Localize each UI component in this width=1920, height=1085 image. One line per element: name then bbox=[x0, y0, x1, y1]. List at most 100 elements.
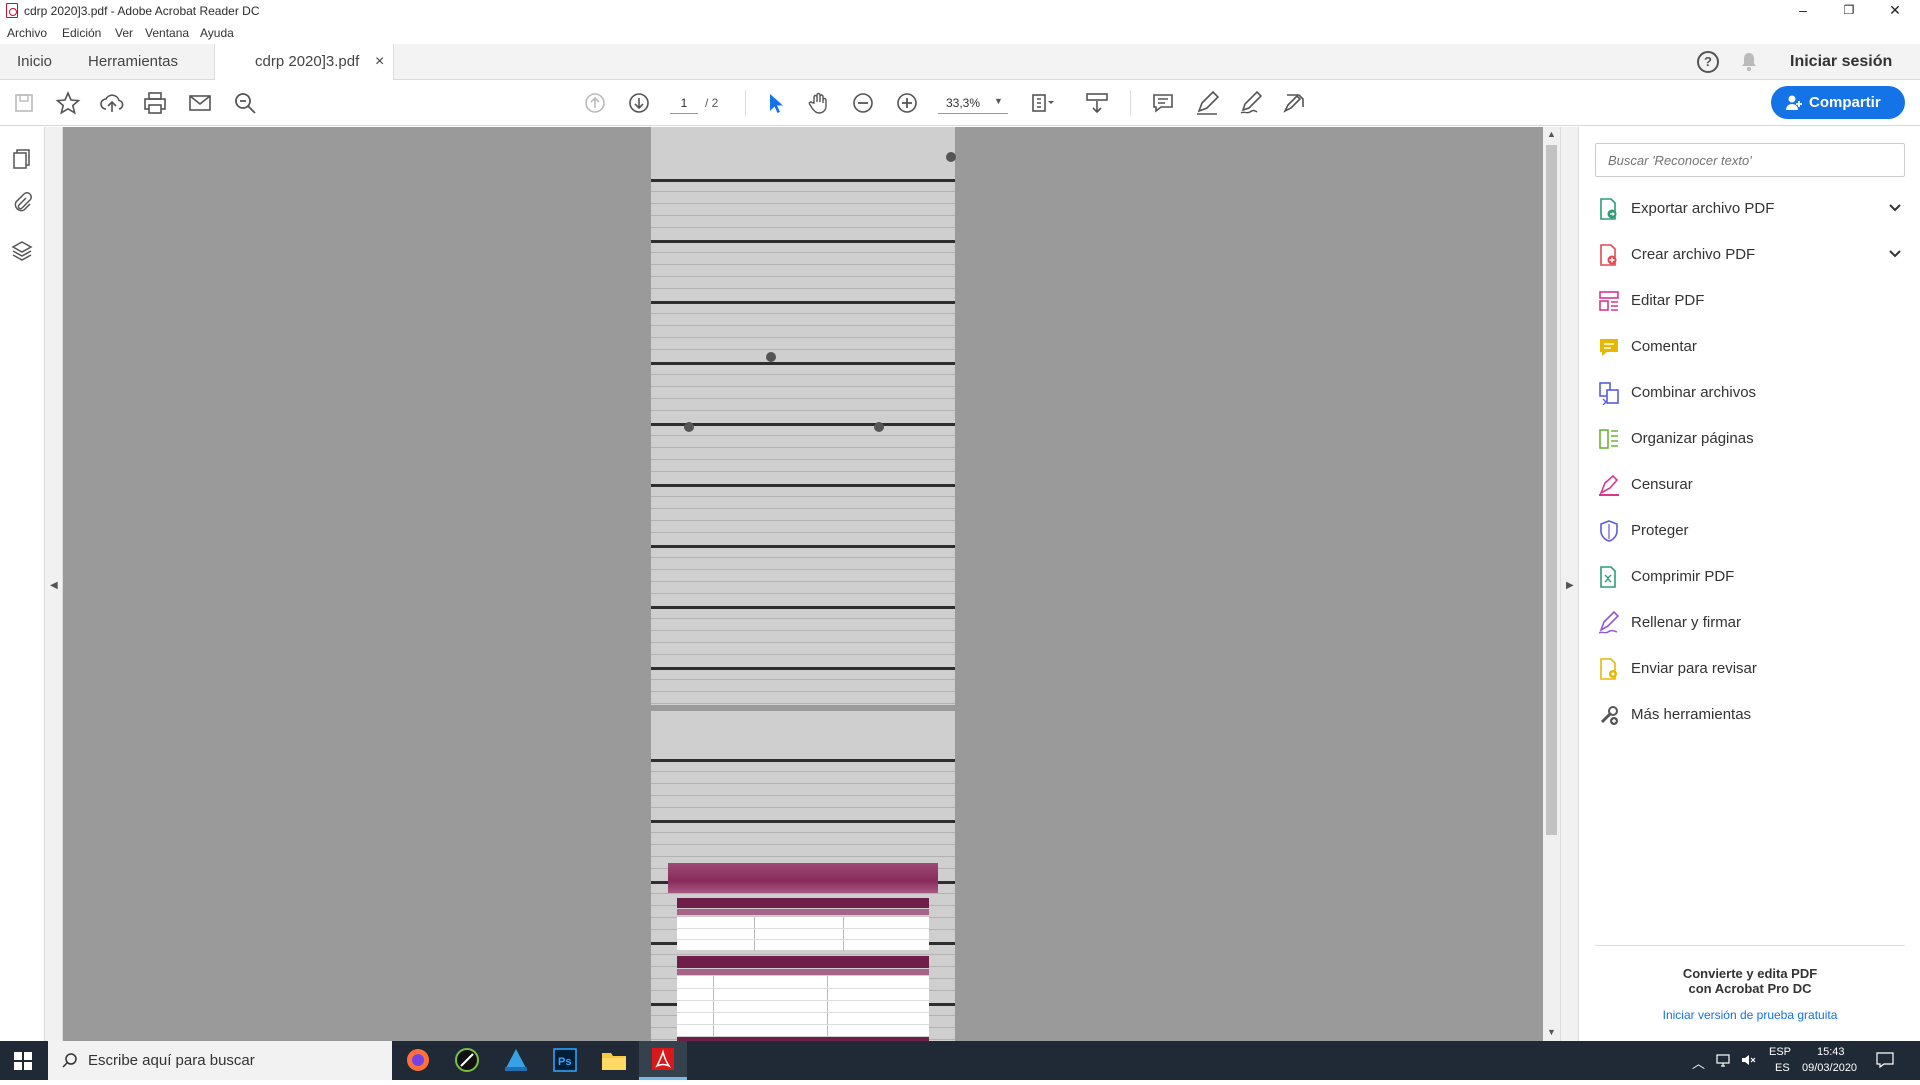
sign-tool-icon[interactable] bbox=[1237, 89, 1265, 117]
tab-close-button[interactable]: × bbox=[375, 44, 384, 80]
tool-edit-pdf[interactable]: Editar PDF bbox=[1597, 285, 1907, 317]
next-page-icon[interactable] bbox=[625, 89, 653, 117]
menu-bar: Archivo Edición Ver Ventana Ayuda bbox=[0, 22, 1920, 44]
scroll-mode-icon[interactable] bbox=[1083, 89, 1111, 117]
wood-grain bbox=[651, 349, 955, 350]
tool-fill-sign[interactable]: Rellenar y firmar bbox=[1597, 607, 1907, 639]
highlight-pen-icon[interactable] bbox=[1193, 89, 1221, 117]
page-thumbnails-icon[interactable] bbox=[10, 147, 34, 171]
tool-label: Enviar para revisar bbox=[1631, 660, 1757, 677]
tools-search-input[interactable] bbox=[1595, 143, 1905, 177]
tool-label: Comprimir PDF bbox=[1631, 568, 1735, 585]
comment-icon bbox=[1597, 335, 1621, 359]
upload-cloud-icon[interactable] bbox=[98, 89, 126, 117]
print-icon[interactable] bbox=[141, 89, 169, 117]
minimize-button[interactable]: – bbox=[1780, 0, 1826, 22]
close-window-button[interactable]: ✕ bbox=[1872, 0, 1918, 22]
collapse-right-icon: ▶ bbox=[1566, 580, 1574, 591]
tool-organize-pages[interactable]: Organizar páginas bbox=[1597, 423, 1907, 455]
action-center-icon[interactable] bbox=[1876, 1052, 1894, 1069]
tab-document[interactable]: cdrp 2020]3.pdf × bbox=[214, 44, 394, 81]
wood-grain bbox=[651, 191, 955, 192]
menu-ver[interactable]: Ver bbox=[115, 26, 133, 40]
scrollbar-thumb[interactable] bbox=[1546, 145, 1557, 835]
clock-date[interactable]: 09/03/2020 bbox=[1802, 1062, 1857, 1074]
tab-inicio[interactable]: Inicio bbox=[17, 44, 52, 80]
share-button[interactable]: Compartir bbox=[1771, 86, 1905, 119]
tab-herramientas[interactable]: Herramientas bbox=[88, 44, 178, 80]
input-language-bottom[interactable]: ES bbox=[1775, 1062, 1790, 1074]
tool-protect[interactable]: Proteger bbox=[1597, 515, 1907, 547]
wood-knot bbox=[946, 152, 956, 162]
wood-grain bbox=[651, 447, 955, 448]
windows-start-icon[interactable] bbox=[14, 1052, 32, 1070]
tool-comment[interactable]: Comentar bbox=[1597, 331, 1907, 363]
email-icon[interactable] bbox=[186, 89, 214, 117]
network-icon[interactable] bbox=[1716, 1052, 1732, 1068]
menu-archivo[interactable]: Archivo bbox=[7, 26, 47, 40]
menu-edicion[interactable]: Edición bbox=[62, 26, 101, 40]
tool-export-pdf[interactable]: Exportar archivo PDF bbox=[1597, 193, 1907, 225]
zoom-in-icon[interactable] bbox=[893, 89, 921, 117]
compress-pdf-icon bbox=[1597, 565, 1621, 589]
firefox-icon[interactable] bbox=[394, 1041, 442, 1080]
tool-compress-pdf[interactable]: Comprimir PDF bbox=[1597, 561, 1907, 593]
comment-tool-icon[interactable] bbox=[1149, 89, 1177, 117]
search-zoom-icon[interactable] bbox=[231, 89, 259, 117]
clock-time[interactable]: 15:43 bbox=[1817, 1046, 1845, 1058]
select-cursor-icon[interactable] bbox=[761, 89, 789, 117]
fit-page-icon[interactable] bbox=[1028, 89, 1056, 117]
page-number-input[interactable]: 1 bbox=[670, 92, 698, 114]
taskbar-search-placeholder: Escribe aquí para buscar bbox=[88, 1052, 255, 1069]
layers-icon[interactable] bbox=[10, 239, 34, 263]
tool-combine-files[interactable]: Combinar archivos bbox=[1597, 377, 1907, 409]
restore-button[interactable]: ❐ bbox=[1826, 0, 1872, 22]
wood-grain bbox=[651, 398, 955, 399]
wood-grain bbox=[651, 954, 955, 955]
menu-ventana[interactable]: Ventana bbox=[145, 26, 189, 40]
right-panel-toggle[interactable]: ▶ bbox=[1560, 127, 1578, 1041]
wood-grain bbox=[651, 313, 955, 314]
input-language-top[interactable]: ESP bbox=[1769, 1046, 1791, 1058]
zoom-dropdown[interactable]: 33,3% ▼ bbox=[938, 92, 1008, 114]
edit-pdf-tool-icon[interactable] bbox=[1281, 89, 1309, 117]
previous-page-icon[interactable] bbox=[581, 89, 609, 117]
zoom-out-icon[interactable] bbox=[849, 89, 877, 117]
chevron-down-icon[interactable] bbox=[1887, 199, 1903, 215]
hand-tool-icon[interactable] bbox=[805, 89, 833, 117]
app-blue-icon[interactable] bbox=[492, 1041, 540, 1080]
left-panel-toggle[interactable]: ◀ bbox=[45, 127, 63, 1041]
chevron-down-icon[interactable] bbox=[1887, 245, 1903, 261]
vertical-scrollbar[interactable]: ▲ ▼ bbox=[1543, 127, 1560, 1041]
scroll-up-arrow-icon[interactable]: ▲ bbox=[1547, 129, 1556, 139]
corel-icon[interactable] bbox=[443, 1041, 491, 1080]
tool-send-review[interactable]: Enviar para revisar bbox=[1597, 653, 1907, 685]
bookmark-star-icon[interactable] bbox=[54, 89, 82, 117]
tool-label: Más herramientas bbox=[1631, 706, 1752, 723]
photoshop-icon[interactable]: Ps bbox=[541, 1041, 589, 1080]
taskbar-search-box[interactable]: Escribe aquí para buscar bbox=[48, 1041, 392, 1080]
table-subheader-bar bbox=[677, 909, 929, 915]
wood-grain bbox=[651, 374, 955, 375]
document-viewport[interactable] bbox=[63, 127, 1543, 1041]
menu-ayuda[interactable]: Ayuda bbox=[200, 26, 234, 40]
more-tools-icon bbox=[1597, 703, 1621, 727]
tray-chevron-up-icon[interactable]: ︿ bbox=[1692, 1053, 1705, 1072]
attachment-paperclip-icon[interactable] bbox=[10, 191, 34, 215]
acrobat-icon[interactable] bbox=[639, 1041, 687, 1080]
scroll-down-arrow-icon[interactable]: ▼ bbox=[1547, 1027, 1556, 1037]
notification-bell-icon[interactable] bbox=[1740, 52, 1758, 72]
wood-grain bbox=[651, 520, 955, 521]
taskbar-search-icon bbox=[62, 1052, 78, 1068]
help-icon[interactable]: ? bbox=[1697, 51, 1719, 73]
tool-redact[interactable]: Censurar bbox=[1597, 469, 1907, 501]
volume-muted-icon[interactable] bbox=[1740, 1052, 1756, 1068]
file-explorer-icon[interactable] bbox=[590, 1041, 638, 1080]
tool-more-tools[interactable]: Más herramientas bbox=[1597, 699, 1907, 731]
sign-in-link[interactable]: Iniciar sesión bbox=[1790, 53, 1892, 71]
wood-grain bbox=[651, 288, 955, 289]
redact-icon bbox=[1597, 473, 1621, 497]
save-icon[interactable] bbox=[10, 89, 38, 117]
free-trial-link[interactable]: Iniciar versión de prueba gratuita bbox=[1595, 1008, 1905, 1022]
tool-create-pdf[interactable]: Crear archivo PDF bbox=[1597, 239, 1907, 271]
